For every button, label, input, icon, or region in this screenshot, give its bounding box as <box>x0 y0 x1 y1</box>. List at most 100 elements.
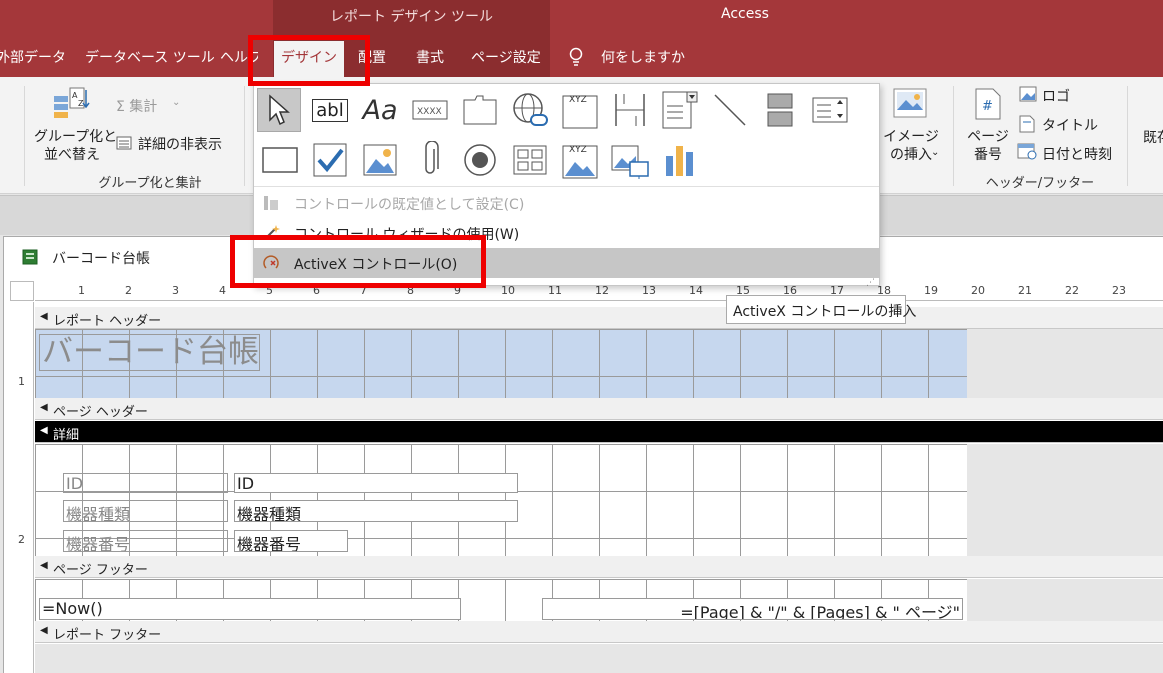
group-sort-icon: AZ <box>52 86 92 126</box>
section-label: レポート フッター <box>53 628 162 643</box>
section-page-header[interactable]: ◀ ページ ヘッダー <box>35 398 1163 420</box>
control-image-icon[interactable] <box>358 138 402 182</box>
document-tab-title[interactable]: バーコード台帳 <box>52 248 150 268</box>
menu-label: コントロールの既定値として設定(C) <box>294 197 525 213</box>
tab-external-data[interactable]: 外部データ <box>0 47 66 71</box>
ruler-corner[interactable] <box>10 281 34 301</box>
ribbon-separator <box>1127 86 1128 186</box>
control-line-icon[interactable] <box>708 88 752 132</box>
footer-now-textbox[interactable]: =Now() <box>39 598 461 620</box>
field-textbox-type[interactable]: 機器種類 <box>234 500 518 522</box>
xyz-glyph: XYZ <box>569 95 587 105</box>
vertical-ruler: 12 <box>10 302 34 673</box>
control-rectangle-icon[interactable] <box>258 138 302 182</box>
tooltip: ActiveX コントロールの挿入 <box>726 295 916 324</box>
context-title: レポート デザイン ツール <box>330 9 493 25</box>
control-listbox-icon[interactable] <box>658 88 702 132</box>
section-label: ページ ヘッダー <box>53 405 148 420</box>
hide-details-button[interactable]: 詳細の非表示 <box>138 134 222 154</box>
lightbulb-icon <box>568 47 584 71</box>
control-hyperlink-icon[interactable] <box>508 88 552 132</box>
tab-format[interactable]: 書式 <box>416 47 444 71</box>
section-report-footer[interactable]: ◀ レポート フッター <box>35 621 1163 643</box>
control-attachment-icon[interactable] <box>408 138 452 182</box>
section-detail[interactable]: ◀ 詳細 <box>35 421 1163 443</box>
control-object-frame-icon[interactable]: XYZ <box>558 138 602 182</box>
app-title: Access <box>721 6 769 22</box>
ribbon-separator <box>244 86 245 186</box>
control-combobox-icon[interactable] <box>808 88 852 132</box>
title-button[interactable]: タイトル <box>1042 115 1098 135</box>
ruler-h-label: 3 <box>172 284 179 297</box>
control-radio-icon[interactable] <box>458 138 502 182</box>
field-label-number[interactable]: 機器番号 <box>63 530 228 552</box>
logo-button[interactable]: ロゴ <box>1042 86 1070 106</box>
ribbon-separator <box>953 86 954 186</box>
image-insert-button[interactable]: イメージ の挿入 <box>880 128 942 164</box>
ruler-h-label: 4 <box>219 284 226 297</box>
hide-details-icon <box>116 135 132 155</box>
control-pagebreak-icon[interactable] <box>758 88 802 132</box>
ruler-h-label: 22 <box>1065 284 1079 297</box>
page-number-icon: # <box>975 88 1001 124</box>
field-label-type[interactable]: 機器種類 <box>63 500 228 522</box>
section-arrow-icon: ◀ <box>40 402 48 413</box>
page-number-button[interactable]: ページ 番号 <box>962 128 1014 164</box>
control-textbox[interactable]: abl <box>308 88 352 132</box>
group-sort-button[interactable]: グループ化と 並べ替え <box>34 128 117 164</box>
menu-set-default[interactable]: コントロールの既定値として設定(C) <box>254 188 879 218</box>
section-page-footer[interactable]: ◀ ページ フッター <box>35 556 1163 578</box>
tell-me-search[interactable]: 何をしますか <box>601 47 685 71</box>
highlight-box-design-tab <box>248 35 370 86</box>
control-chart-icon[interactable] <box>658 138 702 182</box>
section-label: ページ フッター <box>53 563 148 578</box>
group-name-grouping: グループ化と集計 <box>98 176 202 191</box>
control-label[interactable]: Aa <box>358 88 402 132</box>
svg-text:#: # <box>982 99 993 114</box>
label-glyph: Aa <box>362 94 398 126</box>
ruler-v-label: 1 <box>18 375 25 388</box>
control-tab-icon[interactable] <box>458 88 502 132</box>
ribbon-separator <box>24 86 25 186</box>
ruler-h-label: 2 <box>125 284 132 297</box>
footer-pages-textbox[interactable]: =[Page] & "/" & [Pages] & " ページ" <box>542 598 963 620</box>
ruler-h-label: 1 <box>78 284 85 297</box>
gray-area <box>967 329 1163 398</box>
tab-page-setup[interactable]: ページ設定 <box>471 47 541 71</box>
menu-separator <box>254 186 879 187</box>
control-webbrowser-icon[interactable]: XYZ <box>558 88 602 132</box>
control-button[interactable]: XXXX <box>408 88 452 132</box>
section-arrow-icon: ◀ <box>40 311 48 322</box>
gray-area <box>35 644 1163 673</box>
calendar-icon <box>1017 142 1037 164</box>
control-subreport-icon[interactable] <box>508 138 552 182</box>
control-bound-object-icon[interactable] <box>608 138 652 182</box>
section-report-header[interactable]: ◀ レポート ヘッダー <box>35 307 1163 329</box>
report-title-label[interactable]: バーコード台帳 <box>39 334 260 371</box>
title-icon <box>1019 115 1035 137</box>
field-textbox-number[interactable]: 機器番号 <box>234 530 348 552</box>
control-select[interactable] <box>257 88 301 132</box>
tab-database-tools[interactable]: データベース ツール <box>85 47 215 71</box>
chevron-down-icon: ⌄ <box>172 97 181 108</box>
set-default-icon <box>264 196 278 210</box>
ruler-h-label: 20 <box>971 284 985 297</box>
field-label-id[interactable]: ID <box>63 473 228 493</box>
ruler-h-label: 21 <box>1018 284 1032 297</box>
svg-text:XXXX: XXXX <box>417 107 442 117</box>
datetime-button[interactable]: 日付と時刻 <box>1042 144 1112 164</box>
gray-area <box>967 579 1163 621</box>
totals-button[interactable]: Σ 集計 <box>116 96 157 116</box>
resize-grip-icon[interactable]: ⋰ <box>866 278 875 288</box>
report-icon <box>22 249 38 269</box>
control-checkbox-icon[interactable] <box>308 138 352 182</box>
existing-fields-button[interactable]: 既存 <box>1143 127 1163 147</box>
gray-area <box>967 444 1163 556</box>
field-textbox-id[interactable]: ID <box>234 473 518 493</box>
control-navigation-icon[interactable] <box>608 88 652 132</box>
ruler-h-label: 23 <box>1112 284 1126 297</box>
section-label: レポート ヘッダー <box>53 314 162 329</box>
section-arrow-icon: ◀ <box>40 560 48 571</box>
logo-icon <box>1019 86 1037 106</box>
xyz-glyph: XYZ <box>569 145 587 155</box>
